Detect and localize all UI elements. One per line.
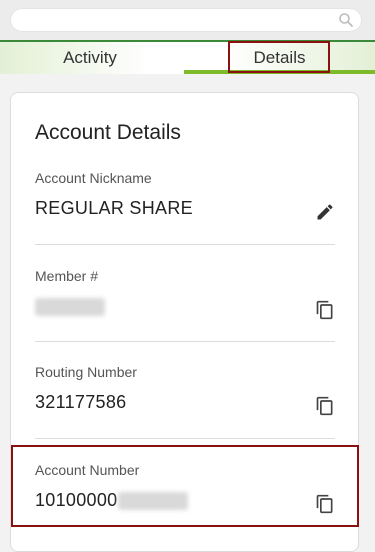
redacted-value	[117, 492, 188, 511]
routing-number-field: Routing Number 321177586	[35, 364, 335, 416]
divider	[35, 341, 335, 342]
field-label: Member #	[35, 268, 99, 284]
member-number-value	[35, 296, 335, 318]
member-number-field: Member #	[35, 268, 335, 320]
account-nickname-field: Account Nickname REGULAR SHARE	[35, 170, 335, 220]
account-details-card: Account Details Account Nickname REGULAR…	[10, 92, 359, 552]
copy-icon[interactable]	[315, 396, 335, 416]
copy-icon[interactable]	[315, 300, 335, 320]
divider	[35, 244, 335, 245]
search-input[interactable]	[10, 8, 362, 32]
tab-activity[interactable]: Activity	[0, 42, 180, 74]
tab-bar: Activity Details	[0, 40, 375, 74]
edit-icon[interactable]	[315, 202, 335, 222]
active-tab-indicator	[184, 70, 375, 74]
search-icon[interactable]	[338, 12, 354, 28]
field-label: Routing Number	[35, 364, 137, 380]
account-number-visible: 10100000	[35, 490, 118, 510]
account-number-field: Account Number 10100000	[35, 462, 335, 514]
account-nickname-value: REGULAR SHARE	[35, 198, 193, 218]
account-number-value: 10100000	[35, 490, 335, 512]
divider	[35, 438, 335, 439]
copy-icon[interactable]	[315, 494, 335, 514]
card-title: Account Details	[35, 121, 181, 144]
routing-number-value: 321177586	[35, 392, 127, 412]
top-bar	[0, 0, 375, 40]
field-label: Account Number	[35, 462, 140, 478]
field-label: Account Nickname	[35, 170, 152, 186]
redacted-value	[35, 298, 105, 317]
